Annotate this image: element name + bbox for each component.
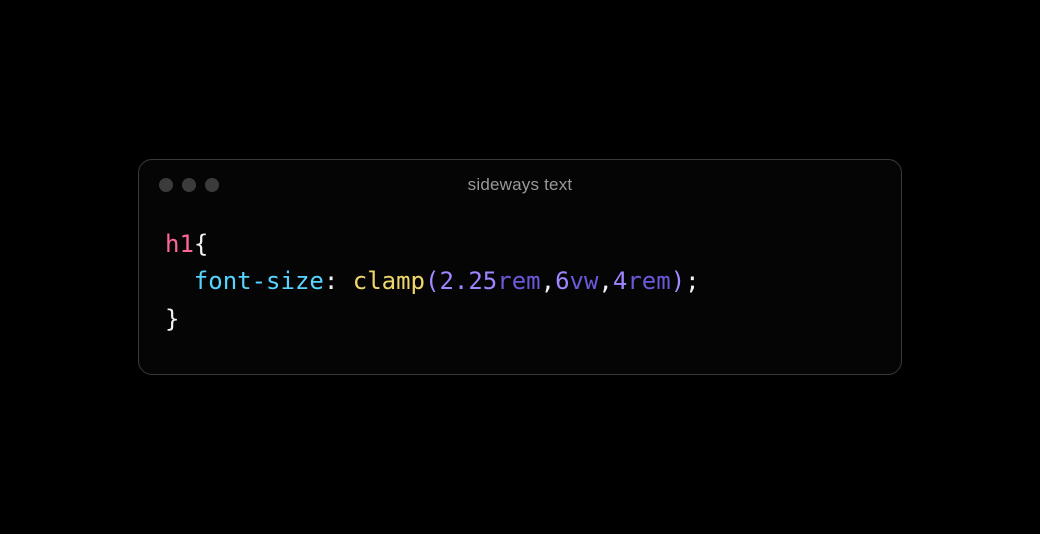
code-window: sideways text h1{ font-size: clamp(2.25r… — [138, 159, 902, 375]
window-titlebar: sideways text — [139, 160, 901, 206]
maximize-icon[interactable] — [205, 178, 219, 192]
arg1-number: 2.25 — [439, 267, 497, 295]
code-block[interactable]: h1{ font-size: clamp(2.25rem,6vw,4rem); … — [139, 206, 901, 374]
brace-close: } — [165, 305, 179, 333]
arg1-unit: rem — [497, 267, 540, 295]
comma2: , — [598, 267, 612, 295]
brace-open: { — [194, 230, 208, 258]
arg2-unit: vw — [570, 267, 599, 295]
colon: : — [324, 267, 338, 295]
semicolon: ; — [685, 267, 699, 295]
arg3-unit: rem — [627, 267, 670, 295]
close-icon[interactable] — [159, 178, 173, 192]
comma1: , — [541, 267, 555, 295]
code-line-1: h1{ — [165, 226, 875, 263]
paren-close: ) — [671, 267, 685, 295]
code-line-2: font-size: clamp(2.25rem,6vw,4rem); — [165, 263, 875, 300]
code-line-3: } — [165, 301, 875, 338]
arg2-number: 6 — [555, 267, 569, 295]
window-title: sideways text — [139, 175, 901, 195]
traffic-lights — [159, 178, 219, 192]
paren-open: ( — [425, 267, 439, 295]
minimize-icon[interactable] — [182, 178, 196, 192]
arg3-number: 4 — [613, 267, 627, 295]
css-selector: h1 — [165, 230, 194, 258]
css-function: clamp — [353, 267, 425, 295]
css-property: font-size — [194, 267, 324, 295]
